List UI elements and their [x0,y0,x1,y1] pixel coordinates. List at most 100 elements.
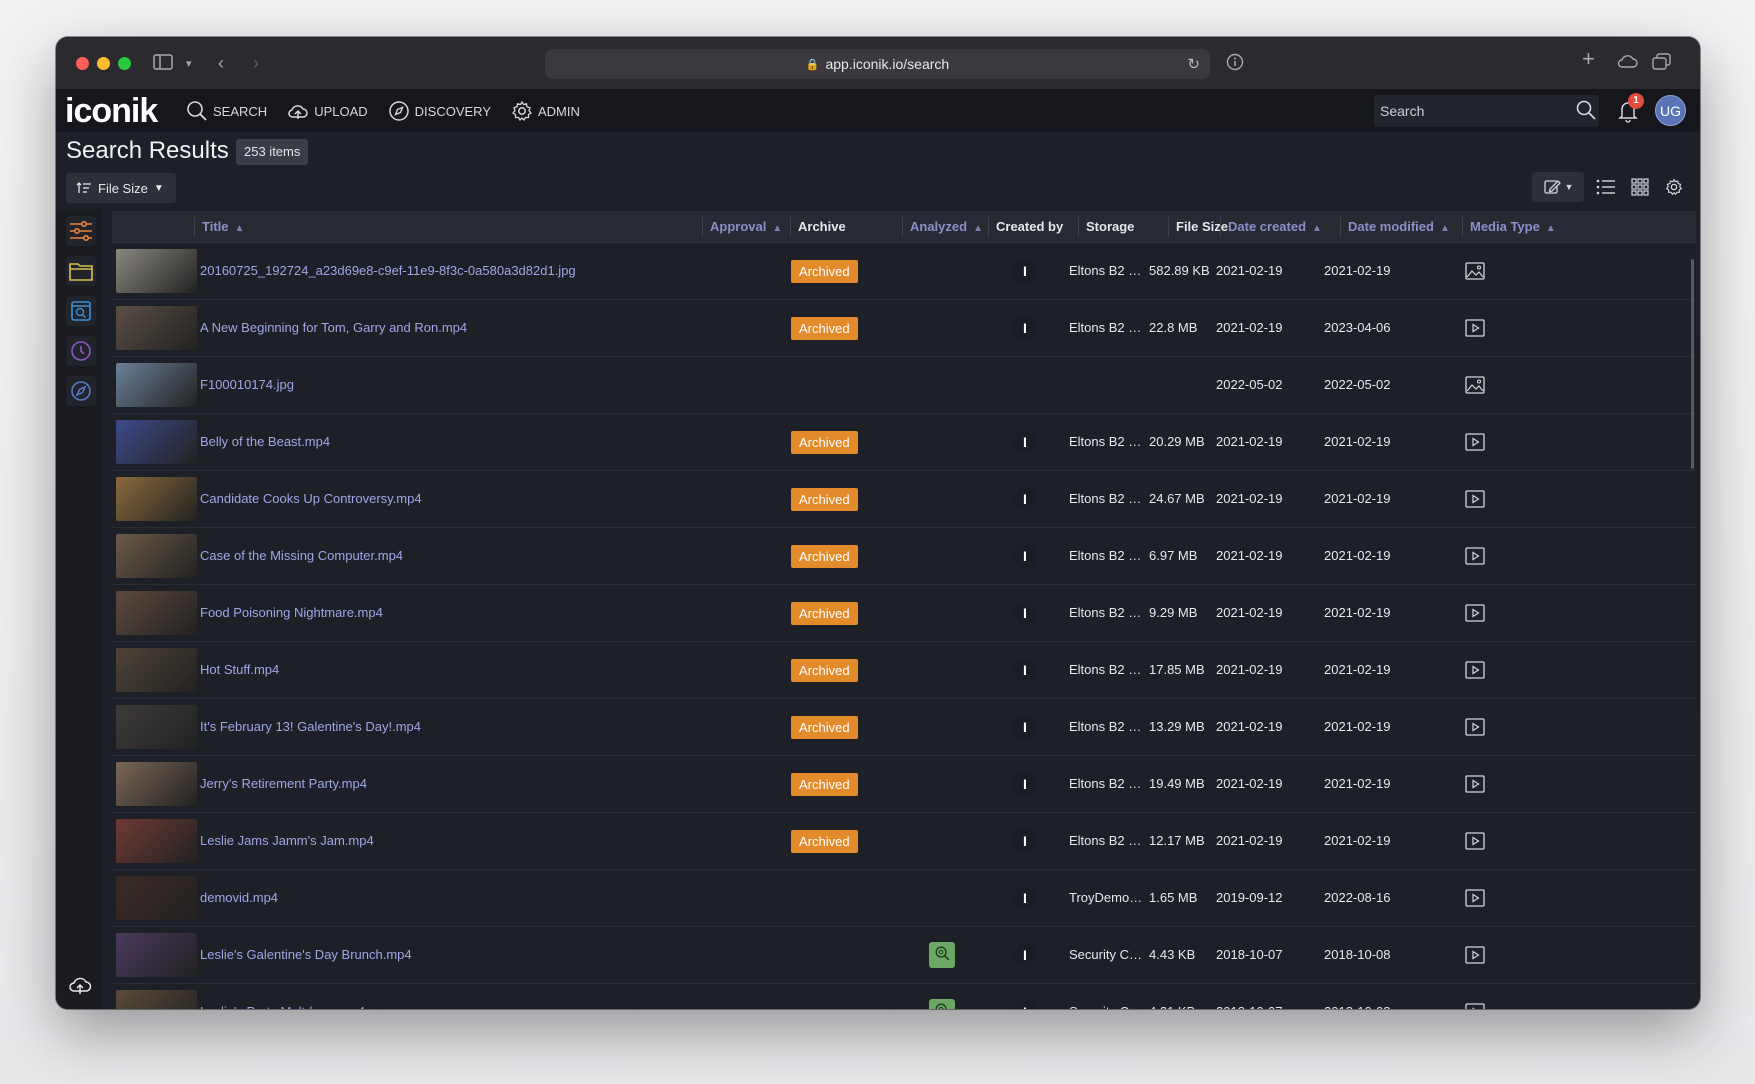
table-row[interactable]: It's February 13! Galentine's Day!.mp4 Ar… [112,699,1696,756]
bulk-edit-button[interactable]: ▼ [1532,172,1584,202]
table-scrollbar[interactable] [1691,259,1694,469]
asset-title-link[interactable]: Leslie's Galentine's Day Brunch.mp4 [200,927,690,983]
creator-avatar[interactable]: I [1013,430,1037,454]
creator-avatar[interactable]: I [1013,544,1037,568]
saved-searches-button[interactable] [66,296,96,326]
maximize-window-button[interactable] [118,57,131,70]
creator-avatar[interactable]: I [1013,772,1037,796]
reload-icon[interactable]: ↻ [1187,55,1200,73]
creator-avatar[interactable]: I [1013,1000,1037,1009]
lock-icon: 🔒 [805,58,820,71]
creator-avatar[interactable]: I [1013,316,1037,340]
asset-title-link[interactable]: Leslie's Party Meltdown.mp4 [200,984,690,1009]
table-row[interactable]: F100010174.jpg 2022-05-02 2022-05-02 [112,357,1696,414]
forward-icon[interactable]: › [253,53,259,73]
asset-thumbnail[interactable] [116,591,197,635]
column-header-title[interactable]: Title ▲︎ [196,211,244,243]
asset-thumbnail[interactable] [116,420,197,464]
asset-title-link[interactable]: A New Beginning for Tom, Garry and Ron.m… [200,300,690,356]
creator-avatar[interactable]: I [1013,259,1037,283]
asset-thumbnail[interactable] [116,705,197,749]
column-header-archive[interactable]: Archive [792,211,846,243]
collections-button[interactable] [66,256,96,286]
table-row[interactable]: Hot Stuff.mp4 Archived I Eltons B2 B... 17.8… [112,642,1696,699]
analyzed-badge[interactable] [929,999,955,1009]
column-header-created-by[interactable]: Created by [990,211,1063,243]
creator-avatar[interactable]: I [1013,829,1037,853]
iconik-logo[interactable]: iconik [65,92,158,131]
column-header-analyzed[interactable]: Analyzed ▲︎ [904,211,983,243]
asset-title-link[interactable]: 20160725_192724_a23d69e8-c9ef-11e9-8f3c-… [200,243,690,299]
list-view-button[interactable] [1594,172,1618,202]
asset-thumbnail[interactable] [116,762,197,806]
asset-title-link[interactable]: Jerry's Retirement Party.mp4 [200,756,690,812]
minimize-window-button[interactable] [97,57,110,70]
nav-upload[interactable]: UPLOAD [287,100,368,122]
table-row[interactable]: demovid.mp4 I TroyDemoB2 1.65 MB 2019-09-12 2… [112,870,1696,927]
sort-dropdown[interactable]: File Size ▼ [66,173,176,203]
sidebar-toggle-icon[interactable] [153,53,173,75]
asset-title-link[interactable]: F100010174.jpg [200,357,690,413]
table-row[interactable]: Candidate Cooks Up Controversy.mp4 Archiv… [112,471,1696,528]
address-bar[interactable]: 🔒 app.iconik.io/search ↻ [545,49,1210,79]
nav-discovery[interactable]: DISCOVERY [388,100,491,122]
user-avatar[interactable]: UG [1655,95,1686,126]
table-row[interactable]: Leslie's Galentine's Day Brunch.mp4 I Secu… [112,927,1696,984]
creator-avatar[interactable]: I [1013,886,1037,910]
analyzed-badge[interactable] [929,942,955,968]
cloud-upload-icon[interactable] [68,974,92,996]
asset-title-link[interactable]: Case of the Missing Computer.mp4 [200,528,690,584]
asset-title-link[interactable]: Food Poisoning Nightmare.mp4 [200,585,690,641]
table-row[interactable]: Jerry's Retirement Party.mp4 Archived I Elt… [112,756,1696,813]
column-header-storage[interactable]: Storage [1080,211,1134,243]
creator-avatar[interactable]: I [1013,487,1037,511]
table-row[interactable]: A New Beginning for Tom, Garry and Ron.m… [112,300,1696,357]
asset-thumbnail[interactable] [116,534,197,578]
table-row[interactable]: Food Poisoning Nightmare.mp4 Archived I Elt… [112,585,1696,642]
history-button[interactable] [66,336,96,366]
tab-overview-icon[interactable] [1652,53,1672,75]
table-row[interactable]: Case of the Missing Computer.mp4 Archived… [112,528,1696,585]
info-icon[interactable] [1226,53,1244,75]
table-row[interactable]: Leslie Jams Jamm's Jam.mp4 Archived I Elton… [112,813,1696,870]
nav-search[interactable]: SEARCH [186,100,267,122]
column-header-approval[interactable]: Approval ▲︎ [704,211,782,243]
asset-thumbnail[interactable] [116,933,197,977]
creator-avatar[interactable]: I [1013,658,1037,682]
filters-button[interactable] [66,216,96,246]
column-header-date-created[interactable]: Date created ▲︎ [1222,211,1322,243]
back-icon[interactable]: ‹ [218,53,224,73]
asset-thumbnail[interactable] [116,306,197,350]
creator-avatar[interactable]: I [1013,601,1037,625]
discovery-button[interactable] [66,376,96,406]
asset-title-link[interactable]: Belly of the Beast.mp4 [200,414,690,470]
view-settings-button[interactable] [1662,172,1686,202]
asset-title-link[interactable]: It's February 13! Galentine's Day!.mp4 [200,699,690,755]
asset-thumbnail[interactable] [116,648,197,692]
global-search-input[interactable] [1374,95,1599,127]
new-tab-icon[interactable]: + [1582,48,1595,70]
column-header-date-modified[interactable]: Date modified ▲︎ [1342,211,1450,243]
column-header-media-type[interactable]: Media Type ▲︎ [1464,211,1556,243]
asset-thumbnail[interactable] [116,363,197,407]
table-row[interactable]: Belly of the Beast.mp4 Archived I Eltons B2… [112,414,1696,471]
nav-admin[interactable]: ADMIN [511,100,580,122]
asset-title-link[interactable]: Leslie Jams Jamm's Jam.mp4 [200,813,690,869]
asset-thumbnail[interactable] [116,990,197,1009]
asset-title-link[interactable]: demovid.mp4 [200,870,690,926]
table-row[interactable]: 20160725_192724_a23d69e8-c9ef-11e9-8f3c-… [112,243,1696,300]
asset-thumbnail[interactable] [116,819,197,863]
asset-thumbnail[interactable] [116,477,197,521]
close-window-button[interactable] [76,57,89,70]
asset-title-link[interactable]: Candidate Cooks Up Controversy.mp4 [200,471,690,527]
table-row[interactable]: Leslie's Party Meltdown.mp4 I Security Ca.… [112,984,1696,1009]
grid-view-button[interactable] [1628,172,1652,202]
creator-avatar[interactable]: I [1013,943,1037,967]
search-icon[interactable] [1576,100,1596,120]
asset-thumbnail[interactable] [116,876,197,920]
asset-thumbnail[interactable] [116,249,197,293]
icloud-icon[interactable] [1616,53,1638,73]
creator-avatar[interactable]: I [1013,715,1037,739]
chevron-down-icon[interactable]: ▾ [186,54,192,74]
asset-title-link[interactable]: Hot Stuff.mp4 [200,642,690,698]
